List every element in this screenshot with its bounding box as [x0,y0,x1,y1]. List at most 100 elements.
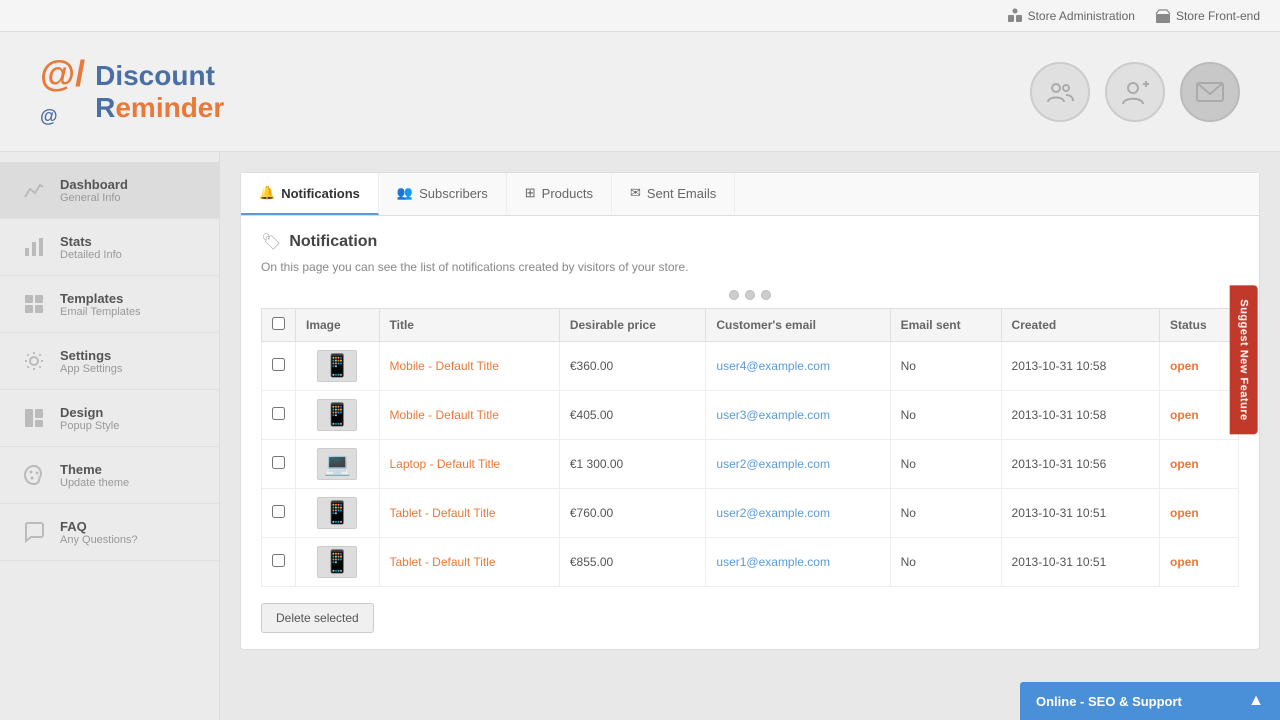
sidebar-item-stats[interactable]: Stats Detailed Info [0,219,219,276]
row-status-cell: open [1159,440,1238,489]
tab-products[interactable]: ⊞ Products [507,173,612,215]
table-row: 📱 Tablet - Default Title €760.00 user2@e… [262,489,1239,538]
row-email-link-3[interactable]: user2@example.com [716,506,830,520]
row-title-link-0[interactable]: Mobile - Default Title [390,359,499,373]
row-checkbox-cell [262,342,296,391]
tab-sent-emails[interactable]: ✉ Sent Emails [612,173,735,215]
table-row: 💻 Laptop - Default Title €1 300.00 user2… [262,440,1239,489]
notification-header: 🏷 Notification [241,216,1259,260]
seo-bar[interactable]: Online - SEO & Support ▲ [1020,682,1280,720]
store-icon [1155,8,1171,24]
row-email-sent-cell: No [890,489,1001,538]
row-title-link-2[interactable]: Laptop - Default Title [390,457,501,471]
col-checkbox [262,309,296,342]
row-title-link-4[interactable]: Tablet - Default Title [390,555,496,569]
row-title-link-1[interactable]: Mobile - Default Title [390,408,499,422]
suggest-feature-button[interactable]: Suggest New Feature [1229,285,1257,434]
row-status-link-1[interactable]: open [1170,408,1199,422]
row-checkbox-cell [262,538,296,587]
product-image-0: 📱 [317,350,357,382]
seo-bar-chevron-icon: ▲ [1248,692,1264,710]
row-price-cell: €855.00 [559,538,706,587]
row-price-cell: €1 300.00 [559,440,706,489]
row-email-link-2[interactable]: user2@example.com [716,457,830,471]
templates-sublabel: Email Templates [60,306,141,318]
row-price-cell: €360.00 [559,342,706,391]
notifications-table: Image Title Desirable price Customer's e… [261,308,1239,587]
row-title-cell: Laptop - Default Title [379,440,559,489]
row-price-cell: €405.00 [559,391,706,440]
row-email-cell: user4@example.com [706,342,890,391]
row-title-cell: Tablet - Default Title [379,489,559,538]
sidebar-item-dashboard[interactable]: Dashboard General Info [0,162,219,219]
table-row: 📱 Mobile - Default Title €405.00 user3@e… [262,391,1239,440]
design-label: Design [60,405,119,420]
row-status-link-0[interactable]: open [1170,359,1199,373]
templates-icon [20,290,48,318]
pagination-dot-1[interactable] [729,290,739,300]
sidebar-item-design[interactable]: Design Popup Style [0,390,219,447]
col-image: Image [296,309,380,342]
row-image-cell: 💻 [296,440,380,489]
row-email-sent-cell: No [890,440,1001,489]
design-icon [20,404,48,432]
theme-sublabel: Update theme [60,477,129,489]
tab-notifications[interactable]: 🔔 Notifications [241,173,379,215]
row-checkbox-2[interactable] [272,456,285,469]
row-checkbox-3[interactable] [272,505,285,518]
sidebar-item-theme[interactable]: Theme Update theme [0,447,219,504]
row-status-cell: open [1159,489,1238,538]
row-image-cell: 📱 [296,489,380,538]
store-admin-link[interactable]: Store Administration [1007,8,1135,24]
row-email-sent-cell: No [890,391,1001,440]
pagination-dot-2[interactable] [745,290,755,300]
row-status-link-4[interactable]: open [1170,555,1199,569]
row-image-cell: 📱 [296,391,380,440]
header-icons [1030,62,1240,122]
row-image-cell: 📱 [296,342,380,391]
sidebar-item-faq[interactable]: FAQ Any Questions? [0,504,219,561]
sidebar-item-templates[interactable]: Templates Email Templates [0,276,219,333]
store-frontend-link[interactable]: Store Front-end [1155,8,1260,24]
product-image-3: 📱 [317,497,357,529]
seo-bar-label: Online - SEO & Support [1036,694,1182,709]
topbar: Store Administration Store Front-end [0,0,1280,32]
sidebar: Dashboard General Info Stats Detailed In… [0,152,220,720]
row-title-link-3[interactable]: Tablet - Default Title [390,506,496,520]
table-row: 📱 Mobile - Default Title €360.00 user4@e… [262,342,1239,391]
row-status-link-3[interactable]: open [1170,506,1199,520]
row-email-link-4[interactable]: user1@example.com [716,555,830,569]
mail-icon-btn[interactable] [1180,62,1240,122]
sidebar-item-settings[interactable]: Settings App Settings [0,333,219,390]
stats-label: Stats [60,234,122,249]
delete-selected-button[interactable]: Delete selected [261,603,374,633]
row-title-cell: Tablet - Default Title [379,538,559,587]
select-all-checkbox[interactable] [272,317,285,330]
row-checkbox-1[interactable] [272,407,285,420]
row-email-cell: user2@example.com [706,489,890,538]
user-add-icon-btn[interactable] [1105,62,1165,122]
settings-label: Settings [60,348,122,363]
row-email-link-1[interactable]: user3@example.com [716,408,830,422]
pagination-dots [241,286,1259,308]
subscribers-icon: 👥 [397,185,413,201]
row-checkbox-cell [262,391,296,440]
users-icon-btn[interactable] [1030,62,1090,122]
notification-title: Notification [289,233,377,251]
row-price-cell: €760.00 [559,489,706,538]
theme-icon [20,461,48,489]
row-checkbox-4[interactable] [272,554,285,567]
logo-text: Discount Reminder [95,60,224,124]
pagination-dot-3[interactable] [761,290,771,300]
user-add-icon [1121,78,1149,106]
row-checkbox-cell [262,440,296,489]
row-status-link-2[interactable]: open [1170,457,1199,471]
row-email-link-0[interactable]: user4@example.com [716,359,830,373]
tab-subscribers[interactable]: 👥 Subscribers [379,173,507,215]
design-sublabel: Popup Style [60,420,119,432]
row-title-cell: Mobile - Default Title [379,342,559,391]
row-checkbox-0[interactable] [272,358,285,371]
theme-label: Theme [60,462,129,477]
col-created: Created [1001,309,1159,342]
col-price: Desirable price [559,309,706,342]
